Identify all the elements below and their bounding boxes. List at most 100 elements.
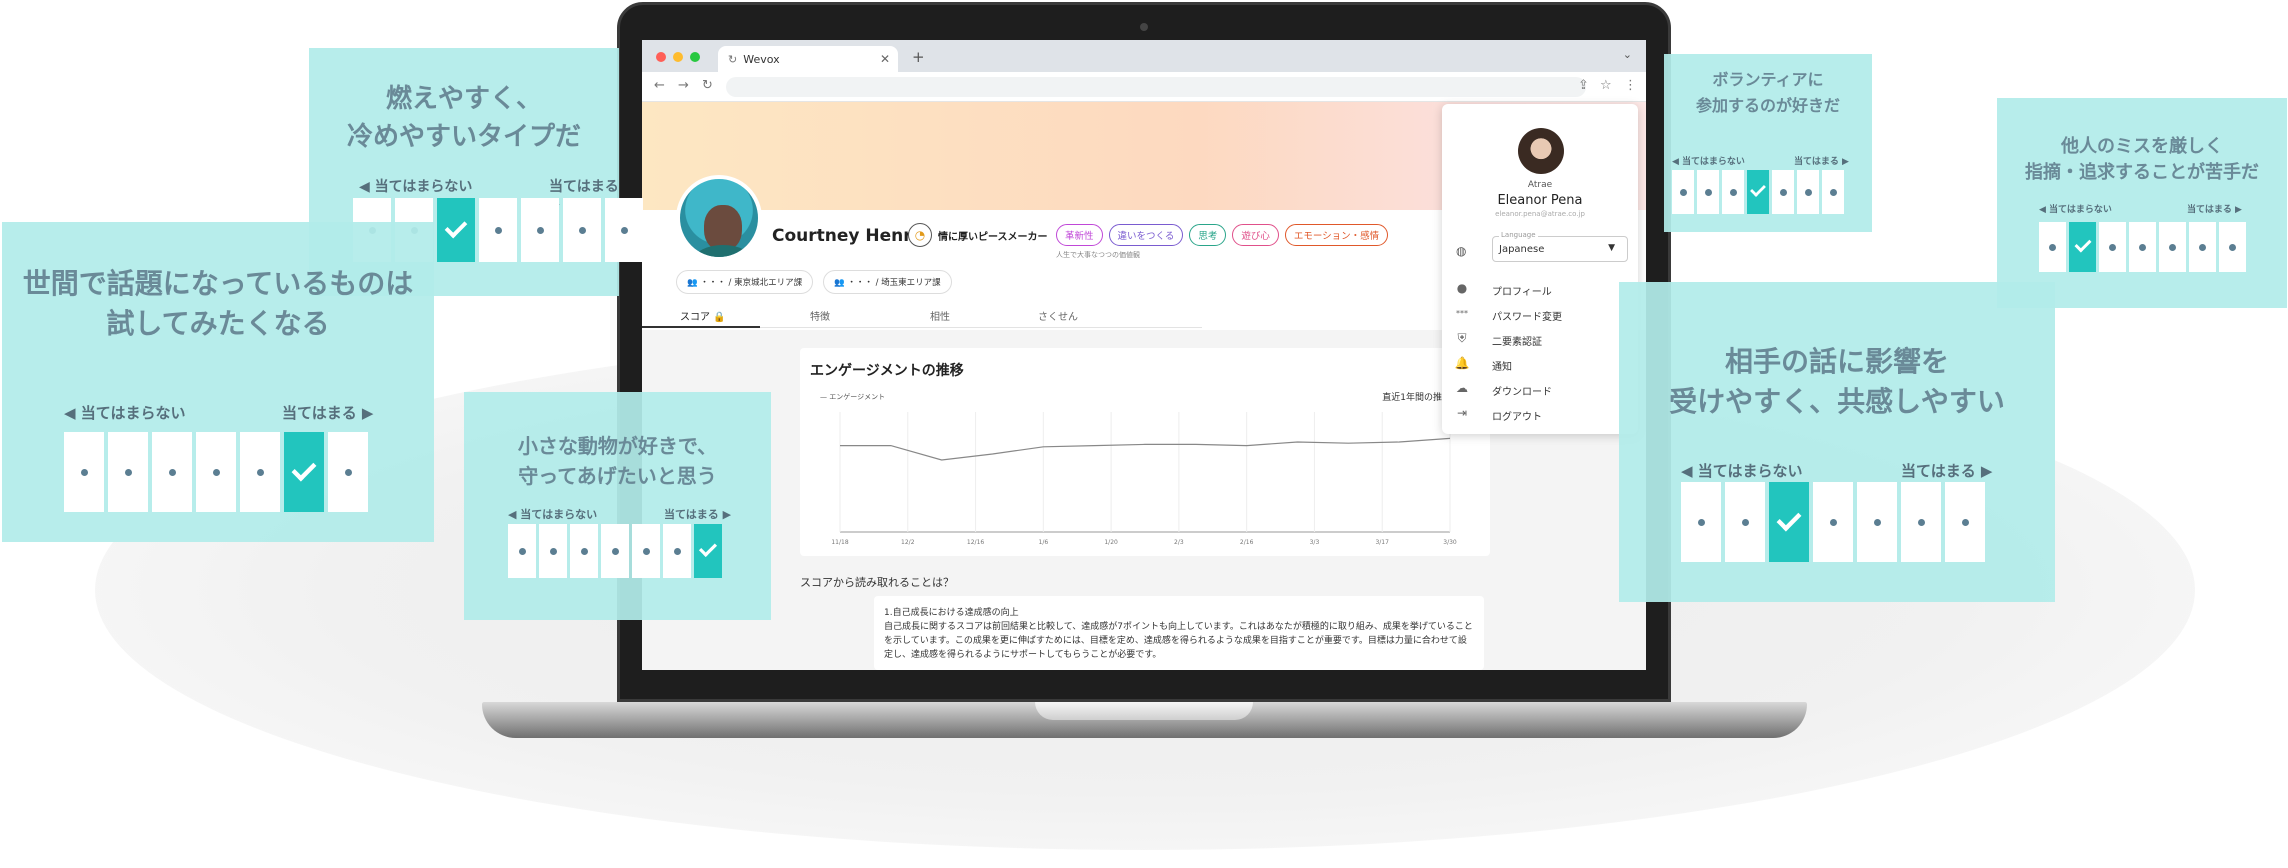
answer-option[interactable]	[632, 524, 660, 578]
answer-option[interactable]	[1813, 482, 1853, 562]
answer-scale	[1681, 482, 1985, 562]
dot-icon	[518, 547, 526, 555]
answer-option[interactable]	[1722, 170, 1744, 214]
answer-option[interactable]	[328, 432, 368, 512]
dot-icon	[1704, 188, 1712, 196]
answer-option[interactable]	[479, 198, 517, 262]
menu-item-label: ログアウト	[1492, 412, 1542, 423]
answer-option-selected[interactable]	[694, 524, 722, 578]
answer-option[interactable]	[108, 432, 148, 512]
value-tags: 革新性 違いをつくる 思考 遊び心 エモーション・感情	[1056, 224, 1389, 246]
back-icon[interactable]: ←	[654, 78, 665, 93]
readout-title: スコアから読み取れることは？	[800, 576, 954, 589]
menu-item[interactable]: ● プロフィール	[1454, 278, 1630, 300]
answer-option[interactable]	[1681, 482, 1721, 562]
browser-screen: ↻ Wevox ✕ + ⌄ ← → ↻ ⇪ ☆ ⋮ Courtney Henry…	[642, 40, 1646, 670]
tab-score[interactable]: スコア 🔒	[680, 308, 726, 323]
answer-option[interactable]	[196, 432, 236, 512]
answer-option[interactable]	[2189, 222, 2216, 272]
minimize-window-button[interactable]	[673, 52, 683, 62]
dot-icon	[642, 547, 650, 555]
x-tick-label: 3/3	[1310, 539, 1320, 546]
answer-option[interactable]	[539, 524, 567, 578]
tab-bar: ↻ Wevox ✕ + ⌄	[642, 40, 1646, 72]
scale-left-label: ◀ 当てはまらない	[1672, 157, 1745, 167]
engagement-chart: 11/18 12/2 12/16 1/6 1/20 2/3 2/16 3/3 3/17 3/30	[831, 412, 1457, 546]
x-tick-label: 2/3	[1174, 539, 1184, 546]
answer-option[interactable]	[605, 198, 643, 262]
language-select[interactable]: Language Japanese ▼	[1492, 231, 1628, 262]
value-tag[interactable]: 革新性	[1056, 224, 1103, 246]
answer-option[interactable]	[663, 524, 691, 578]
check-icon	[698, 538, 718, 558]
org-chip[interactable]: 👥 ・・・ / 埼玉東エリア課	[823, 270, 952, 294]
answer-option-selected[interactable]	[284, 432, 324, 512]
answer-option[interactable]	[1945, 482, 1985, 562]
more-icon[interactable]: ⋮	[1624, 78, 1637, 93]
menu-item[interactable]: ☁ ダウンロード	[1454, 378, 1630, 400]
menu-item[interactable]: ⛨ 二要素認証	[1454, 328, 1630, 350]
answer-option[interactable]	[2159, 222, 2186, 272]
tab-traits[interactable]: 特徴	[810, 308, 830, 323]
browser-tab[interactable]: ↻ Wevox ✕	[718, 46, 898, 72]
tab-compatibility[interactable]: 相性	[930, 308, 950, 323]
maximize-window-button[interactable]	[690, 52, 700, 62]
x-tick-label: 12/2	[901, 539, 915, 546]
scale-right-label: 当てはまる ▶	[1794, 157, 1849, 167]
chevron-down-icon[interactable]: ⌄	[1623, 48, 1632, 61]
star-icon[interactable]: ☆	[1600, 78, 1612, 93]
value-tag[interactable]: 違いをつくる	[1108, 224, 1184, 246]
scale-left-label: ◀ 当てはまらない	[2039, 205, 2112, 215]
answer-option[interactable]	[64, 432, 104, 512]
answer-option[interactable]	[2099, 222, 2126, 272]
dropdown-arrow-icon: ▼	[1608, 243, 1615, 253]
close-window-button[interactable]	[656, 52, 666, 62]
org-chips: 👥 ・・・ / 東京城北エリア課 👥 ・・・ / 埼玉東エリア課	[676, 270, 952, 294]
answer-option[interactable]	[1725, 482, 1765, 562]
menu-item[interactable]: *** パスワード変更	[1454, 303, 1630, 325]
x-tick-label: 3/30	[1443, 539, 1457, 546]
address-bar[interactable]	[726, 77, 1586, 97]
org-chip[interactable]: 👥 ・・・ / 東京城北エリア課	[676, 270, 814, 294]
answer-option[interactable]	[1672, 170, 1694, 214]
share-icon[interactable]: ⇪	[1578, 78, 1589, 93]
answer-option[interactable]	[508, 524, 536, 578]
tab-strategy[interactable]: さくせん	[1038, 308, 1078, 323]
tab-title: Wevox	[743, 52, 780, 66]
answer-option[interactable]	[240, 432, 280, 512]
value-tag[interactable]: 遊び心	[1232, 224, 1279, 246]
value-tag[interactable]: エモーション・感情	[1284, 224, 1389, 246]
menu-company: Atrae	[1527, 180, 1553, 190]
answer-option[interactable]	[1797, 170, 1819, 214]
engagement-series-line	[840, 437, 1451, 461]
menu-item-label: プロフィール	[1492, 287, 1552, 298]
answer-option[interactable]	[2219, 222, 2246, 272]
answer-option[interactable]	[2129, 222, 2156, 272]
user-avatar	[676, 175, 762, 261]
forward-icon[interactable]: →	[678, 78, 689, 93]
answer-option-selected[interactable]	[1747, 170, 1769, 214]
answer-option[interactable]	[2039, 222, 2066, 272]
answer-option-selected[interactable]	[2069, 222, 2096, 272]
answer-option[interactable]	[570, 524, 598, 578]
answer-option-selected[interactable]	[1769, 482, 1809, 562]
readout-body: 自己成長に関するスコアは前回結果と比較して、達成感が7ポイントも向上しています。…	[884, 622, 1473, 660]
new-tab-icon[interactable]: +	[912, 48, 925, 66]
answer-option[interactable]	[152, 432, 192, 512]
answer-option[interactable]	[601, 524, 629, 578]
refresh-icon[interactable]: ↻	[702, 78, 713, 93]
answer-option[interactable]	[1697, 170, 1719, 214]
value-tag[interactable]: 思考	[1189, 224, 1227, 246]
menu-item[interactable]: 🔔 通知	[1454, 353, 1630, 375]
answer-option[interactable]	[521, 198, 559, 262]
answer-option[interactable]	[563, 198, 601, 262]
answer-option-selected[interactable]	[437, 198, 475, 262]
answer-option[interactable]	[1901, 482, 1941, 562]
question-text: 相手の話に影響を	[1724, 345, 1949, 378]
close-tab-icon[interactable]: ✕	[880, 52, 890, 66]
menu-item[interactable]: ⇥ ログアウト	[1454, 403, 1630, 425]
answer-option[interactable]	[1857, 482, 1897, 562]
language-label: Language	[1499, 231, 1538, 239]
answer-option[interactable]	[1822, 170, 1844, 214]
answer-option[interactable]	[1772, 170, 1794, 214]
